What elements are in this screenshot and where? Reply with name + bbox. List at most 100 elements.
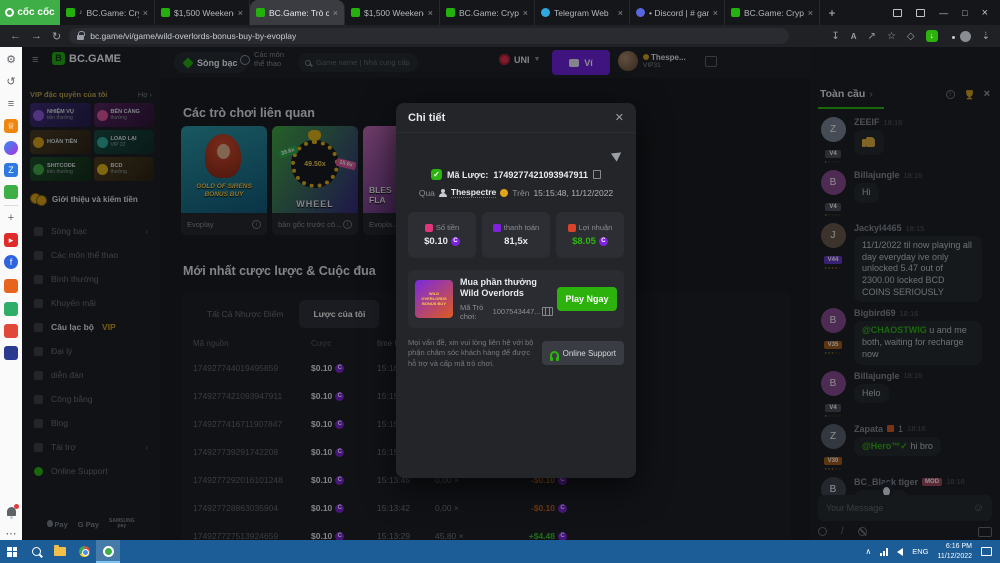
modal-close-icon[interactable]: ✕ — [615, 111, 624, 124]
tab-close-icon[interactable]: × — [238, 8, 243, 18]
history-icon[interactable]: ↺ — [4, 75, 18, 89]
vip-crown-icon[interactable]: ♕ — [4, 119, 18, 133]
volume-icon[interactable] — [897, 548, 903, 556]
browser-profile-icon[interactable] — [960, 31, 971, 42]
facebook-icon[interactable]: f — [4, 255, 18, 269]
start-button[interactable] — [0, 540, 24, 563]
modal-share-icon[interactable] — [613, 147, 622, 165]
tab-close-icon[interactable]: × — [428, 8, 433, 18]
new-tab-button[interactable]: + — [820, 0, 844, 25]
browser-tab[interactable]: ♪ • Discord | # gam... × — [630, 0, 725, 25]
online-support-button[interactable]: Online Support — [542, 341, 624, 365]
rail-bell-icon[interactable] — [4, 505, 18, 519]
forward-icon[interactable]: → — [31, 30, 42, 43]
bookmark-star-icon[interactable]: ☆ — [887, 31, 896, 42]
tab-close-icon[interactable]: × — [333, 8, 338, 18]
player-name[interactable]: Thespectre — [451, 187, 496, 198]
adblock-shield-icon[interactable]: ◇ — [907, 31, 915, 42]
close-icon[interactable]: × — [982, 7, 988, 19]
screen: cốc cốc ♪ BC.Game: Crypto × ♪ $1,500 Wee… — [0, 0, 1000, 563]
save-page-icon[interactable]: ↧ — [831, 31, 839, 42]
red-app-icon[interactable] — [4, 324, 18, 338]
settings-gear-icon[interactable]: ⚙ — [4, 53, 18, 67]
stat-box: Số tiền $0.10C — [408, 212, 476, 258]
add-shortcut-icon[interactable]: + — [4, 211, 18, 225]
browser-tab[interactable]: ♪ $1,500 Weekend Ev... × — [345, 0, 440, 25]
browser-tab[interactable]: ♪ BC.Game: Crypto × — [60, 0, 155, 25]
copy-icon[interactable] — [545, 307, 550, 316]
copy-icon[interactable] — [593, 170, 601, 179]
browser-tab[interactable]: ♪ BC.Game: Crypto C... × — [440, 0, 535, 25]
modal-footer: Mọi vấn đề, xin vui lòng liên hệ với bộ … — [408, 338, 624, 370]
stat-value: 81,5xC — [504, 236, 528, 247]
browser-tab[interactable]: ♪ BC.Game: Crypto Ca... × — [725, 0, 820, 25]
stat-value: $8.05C — [572, 236, 608, 247]
coccoc-logo-label: cốc cốc — [17, 7, 54, 18]
tab-title: • Discord | # gam... — [649, 8, 709, 18]
tab-close-icon[interactable]: × — [618, 8, 623, 18]
stat-box: thanh toán 81,5xC — [482, 212, 550, 258]
game-title: Mua phần thưởng Wild Overlords — [460, 277, 550, 300]
hidden-icons-caret[interactable]: ∧ — [865, 547, 871, 556]
messenger-icon[interactable] — [4, 141, 18, 155]
bet-id-label: Mã Lược: — [447, 170, 488, 180]
stat-label: thanh toán — [493, 223, 539, 232]
back-icon[interactable]: ← — [10, 30, 21, 43]
coccoc-side-rail: ⚙ ↺ ≡ ♕ Z + ▸ f ⋯ — [0, 47, 22, 540]
tab-title: $1,500 Weekend Ev... — [174, 8, 234, 18]
tab-title: BC.Game: Crypto — [87, 8, 139, 18]
rail-more-icon[interactable]: ⋯ — [4, 527, 18, 541]
reload-icon[interactable]: ↻ — [52, 30, 61, 43]
coccoc-logo[interactable]: cốc cốc — [0, 0, 60, 25]
tab-close-icon[interactable]: × — [808, 8, 813, 18]
taskbar-clock[interactable]: 6:16 PM11/12/2022 — [937, 542, 972, 560]
headset-icon — [550, 351, 559, 358]
chrome-icon — [79, 546, 90, 557]
tab-title: BC.Game: Crypto C... — [459, 8, 519, 18]
tab-close-icon[interactable]: × — [523, 8, 528, 18]
shopee-icon[interactable] — [4, 279, 18, 293]
tab-close-icon[interactable]: × — [143, 8, 148, 18]
youtube-icon[interactable]: ▸ — [4, 233, 18, 247]
search-icon — [32, 547, 41, 556]
via-label: Qua — [419, 188, 435, 198]
windows-taskbar: ∧ ENG 6:16 PM11/12/2022 — [0, 540, 1000, 563]
folder-icon — [54, 547, 66, 556]
modal-header: Chi tiết ✕ — [396, 103, 636, 133]
stat-icon — [568, 224, 576, 232]
support-text: Mọi vấn đề, xin vui lòng liên hệ với bộ … — [408, 338, 534, 370]
coccoc-panel-icon[interactable] — [916, 9, 925, 17]
share-icon[interactable]: ↗ — [868, 31, 876, 42]
language-indicator[interactable]: ENG — [912, 547, 928, 556]
play-now-button[interactable]: Play Ngay — [557, 287, 617, 311]
tab-search-icon[interactable] — [893, 9, 902, 17]
url-text[interactable]: bc.game/vi/game/wild-overlords-bonus-buy… — [90, 31, 296, 41]
nav-buttons: ← → ↻ — [10, 30, 61, 43]
zalo-icon[interactable]: Z — [4, 163, 18, 177]
coccoc-taskbar-icon[interactable] — [96, 540, 120, 563]
stat-value: $0.10C — [424, 236, 460, 247]
games-gamepad-icon[interactable] — [4, 185, 18, 199]
browser-tab[interactable]: ♪ $1,500 Weekend Ev... × — [155, 0, 250, 25]
action-center-icon[interactable] — [981, 547, 992, 556]
downloads-icon[interactable]: ⇣ — [982, 31, 990, 42]
browser-tab[interactable]: ♪ Telegram Web × — [535, 0, 630, 25]
verified-shield-icon: ✓ — [431, 169, 442, 180]
url-box[interactable]: bc.game/vi/game/wild-overlords-bonus-buy… — [69, 28, 789, 44]
reading-list-icon[interactable]: ≡ — [4, 97, 18, 111]
minimize-icon[interactable]: — — [939, 8, 948, 18]
taskbar-search[interactable] — [24, 540, 48, 563]
green-app-icon[interactable] — [4, 302, 18, 316]
extension-download-icon[interactable]: ↓ — [926, 30, 938, 42]
file-explorer[interactable] — [48, 540, 72, 563]
navy-app-icon[interactable] — [4, 346, 18, 360]
stat-label: Số tiền — [425, 223, 459, 232]
browser-tab[interactable]: ♪ BC.Game: Trò chơi s... × — [250, 0, 345, 25]
translate-icon[interactable]: A — [851, 32, 857, 41]
chrome-taskbar-icon[interactable] — [72, 540, 96, 563]
maximize-icon[interactable]: □ — [962, 8, 967, 18]
tab-close-icon[interactable]: × — [713, 8, 718, 18]
game-thumbnail[interactable]: WILD OVERLORDS BONUS BUY — [415, 280, 453, 318]
network-icon[interactable] — [880, 548, 888, 556]
stat-box: Lợi nhuận $8.05C — [556, 212, 624, 258]
